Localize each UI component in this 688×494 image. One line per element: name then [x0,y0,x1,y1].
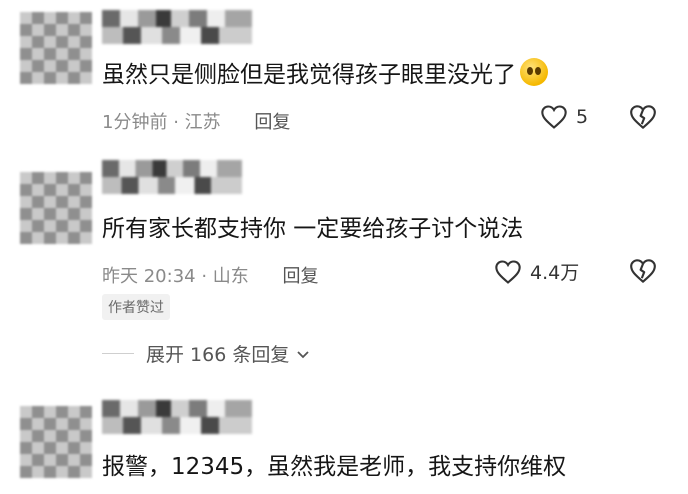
avatar[interactable] [20,172,92,244]
like-button[interactable]: 5 [540,104,588,130]
chevron-down-icon [297,350,309,358]
comment-text: 所有家长都支持你 一定要给孩子讨个说法 [102,214,523,244]
comment-text-content: 报警，12345，虽然我是老师，我支持你维权 [102,454,567,480]
like-button[interactable]: 4.4万 [494,258,579,285]
divider [102,353,134,354]
comment-meta: 1分钟前 · 江苏 回复 [102,112,291,133]
heart-outline-icon [495,259,521,284]
expand-replies-label: 展开 166 条回复 [146,344,290,366]
username-blurred[interactable] [102,10,252,44]
pleading-face-icon [520,58,548,86]
avatar[interactable] [20,406,92,478]
author-liked-badge: 作者赞过 [102,294,170,320]
broken-heart-icon [630,105,656,129]
comment-text-content: 所有家长都支持你 一定要给孩子讨个说法 [102,216,524,242]
avatar[interactable] [20,12,92,84]
like-count: 5 [576,106,589,128]
comment-text-content: 虽然只是侧脸但是我觉得孩子眼里没光了 [102,62,516,88]
dislike-button[interactable] [628,104,658,134]
reply-button[interactable]: 回复 [254,112,290,133]
comment-time: 1分钟前 [102,112,168,133]
like-count: 4.4万 [530,262,580,284]
comment-meta: 昨天 20:34 · 山东 回复 [102,266,319,287]
comment-time: 昨天 20:34 [102,266,196,287]
comment-text: 报警，12345，虽然我是老师，我支持你维权 [102,452,566,482]
username-blurred[interactable] [102,400,252,434]
broken-heart-icon [630,259,656,283]
heart-outline-icon [541,105,567,129]
comment-text: 虽然只是侧脸但是我觉得孩子眼里没光了 [102,58,548,90]
expand-replies-button[interactable]: 展开 166 条回复 [102,340,311,367]
comment-location: 江苏 [184,112,221,133]
comment-location: 山东 [212,266,249,287]
reply-button[interactable]: 回复 [283,266,319,287]
username-blurred[interactable] [102,160,242,194]
dislike-button[interactable] [628,258,658,288]
